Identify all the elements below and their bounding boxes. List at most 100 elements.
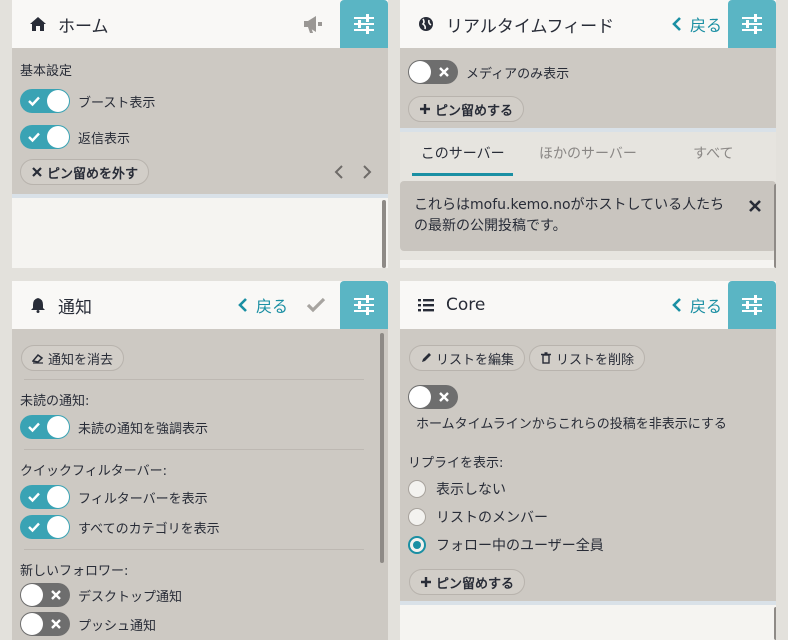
close-icon [51,619,61,629]
home-icon [28,14,48,34]
realtime-settings-panel: メディアのみ表示 ピン留めする [400,48,776,128]
hide-from-home-toggle[interactable] [408,385,458,409]
core-settings-panel: リストを編集 リストを削除 ホームタイムラインからこれらの投稿を非表示にする リ… [400,329,776,601]
sliders-icon [742,295,762,315]
close-icon[interactable] [748,199,762,213]
plus-icon [420,104,430,114]
check-icon [28,492,40,503]
home-scrollbar[interactable] [382,200,386,268]
pin-button[interactable]: ピン留めする [409,569,526,595]
home-column-title: ホーム [58,16,109,37]
media-only-toggle[interactable] [408,60,458,84]
feed-notice: これらはmofu.kemo.noがホストしている人たち の最新の公開投稿です。 [400,181,776,251]
notifications-scrollbar[interactable] [380,333,384,563]
close-icon [51,590,61,600]
show-filter-bar-label: フィルターバーを表示 [78,491,208,507]
basic-settings-label: 基本設定 [20,64,73,79]
pin-button[interactable]: ピン留めする [408,96,525,122]
show-boosts-label: ブースト表示 [78,95,156,111]
show-boosts-toggle[interactable] [20,89,70,113]
column-settings-button[interactable] [340,281,388,329]
unpin-label: ピン留めを外す [47,166,139,182]
move-right-icon[interactable] [362,165,374,179]
unpin-button[interactable]: ピン留めを外す [20,159,150,185]
clear-notifications-button[interactable]: 通知を消去 [21,345,125,371]
eraser-icon [32,353,44,364]
notifications-column: 通知 戻る 通知を消去 未読の通知: 未読の通知を強調表示 クイックフィルターバ… [12,281,388,640]
reply-option-followed-label: フォロー中のユーザー全員 [436,538,604,554]
feed-tabs: このサーバー ほかのサーバー すべて [400,132,776,176]
core-timeline[interactable] [400,605,776,640]
reply-option-followed-radio[interactable] [408,536,426,554]
realtime-body: このサーバー ほかのサーバー すべて これらはmofu.kemo.noがホストし… [400,132,776,268]
back-button[interactable]: 戻る [236,293,288,317]
core-list-column: Core 戻る リストを編集 リストを削除 ホームタイムラインからこれらの投稿を… [400,281,776,640]
core-scrollbar[interactable] [774,607,776,640]
back-button[interactable]: 戻る [670,293,722,317]
reply-option-list-row: リストのメンバー [408,503,768,531]
new-followers-label: 新しいフォロワー: [20,564,129,579]
tab-all[interactable]: すべて [651,132,776,176]
notifications-column-title: 通知 [58,297,92,318]
highlight-unread-toggle[interactable] [20,415,70,439]
globe-icon [416,14,436,34]
reply-option-none-row: 表示しない [408,475,768,503]
show-replies-label: リプライを表示: [408,456,504,471]
core-column-header: Core 戻る [400,281,776,329]
media-only-label: メディアのみ表示 [466,66,570,82]
bell-icon [28,295,48,315]
notifications-column-header: 通知 戻る [12,281,388,329]
tab-this-server[interactable]: このサーバー [400,132,525,176]
close-icon [439,392,449,402]
move-left-icon[interactable] [334,165,346,179]
push-notifications-row: プッシュ通知 [20,610,368,638]
chevron-left-icon [238,298,247,312]
edit-list-button[interactable]: リストを編集 [409,345,526,371]
show-all-categories-toggle[interactable] [20,515,70,539]
pencil-icon [422,353,431,362]
delete-list-label: リストを削除 [556,352,635,368]
show-replies-label: 返信表示 [78,131,131,147]
back-button[interactable]: 戻る [670,12,722,36]
show-filter-bar-toggle[interactable] [20,485,70,509]
tab-other-servers[interactable]: ほかのサーバー [525,132,650,176]
column-settings-button[interactable] [728,281,776,329]
realtime-timeline[interactable] [400,260,776,268]
core-column-title: Core [446,295,486,315]
check-icon [28,422,40,433]
realtime-scrollbar[interactable] [774,184,776,268]
back-label: 戻る [689,297,722,316]
check-icon[interactable] [306,297,326,313]
home-timeline[interactable] [12,198,388,268]
unread-label: 未読の通知: [20,394,90,409]
notice-text-line2: の最新の公開投稿です。 [414,218,567,234]
desktop-notifications-label: デスクトップ通知 [78,589,183,605]
edit-list-label: リストを編集 [436,352,515,368]
show-all-categories-row: すべてのカテゴリを表示 [20,513,368,541]
back-label: 戻る [255,297,288,316]
hide-from-home-row [408,383,768,411]
push-notifications-toggle[interactable] [20,612,70,636]
column-settings-button[interactable] [728,0,776,48]
megaphone-icon[interactable] [302,14,326,34]
reply-option-none-radio[interactable] [408,480,426,498]
reply-option-list-radio[interactable] [408,508,426,526]
list-icon [416,295,436,315]
highlight-unread-label: 未読の通知を強調表示 [78,421,209,437]
column-settings-button[interactable] [340,0,388,48]
sliders-icon [354,14,374,34]
hide-from-home-label: ホームタイムラインからこれらの投稿を非表示にする [416,417,727,432]
trash-icon [541,352,552,364]
desktop-notifications-toggle[interactable] [20,583,70,607]
delete-list-button[interactable]: リストを削除 [529,345,646,371]
home-settings-panel: 基本設定 ブースト表示 返信表示 ピン留めを外す [12,48,388,194]
pin-label: ピン留めする [436,576,515,592]
notifications-settings-panel: 通知を消去 未読の通知: 未読の通知を強調表示 クイックフィルターバー: フィル… [12,329,388,640]
home-column: ホーム 基本設定 ブースト表示 返信表示 ピン留めを外す [12,0,388,268]
chevron-left-icon [672,17,681,31]
show-replies-toggle[interactable] [20,125,70,149]
check-icon [28,522,40,533]
sliders-icon [354,295,374,315]
reply-option-none-label: 表示しない [436,482,506,498]
close-icon [439,67,449,77]
